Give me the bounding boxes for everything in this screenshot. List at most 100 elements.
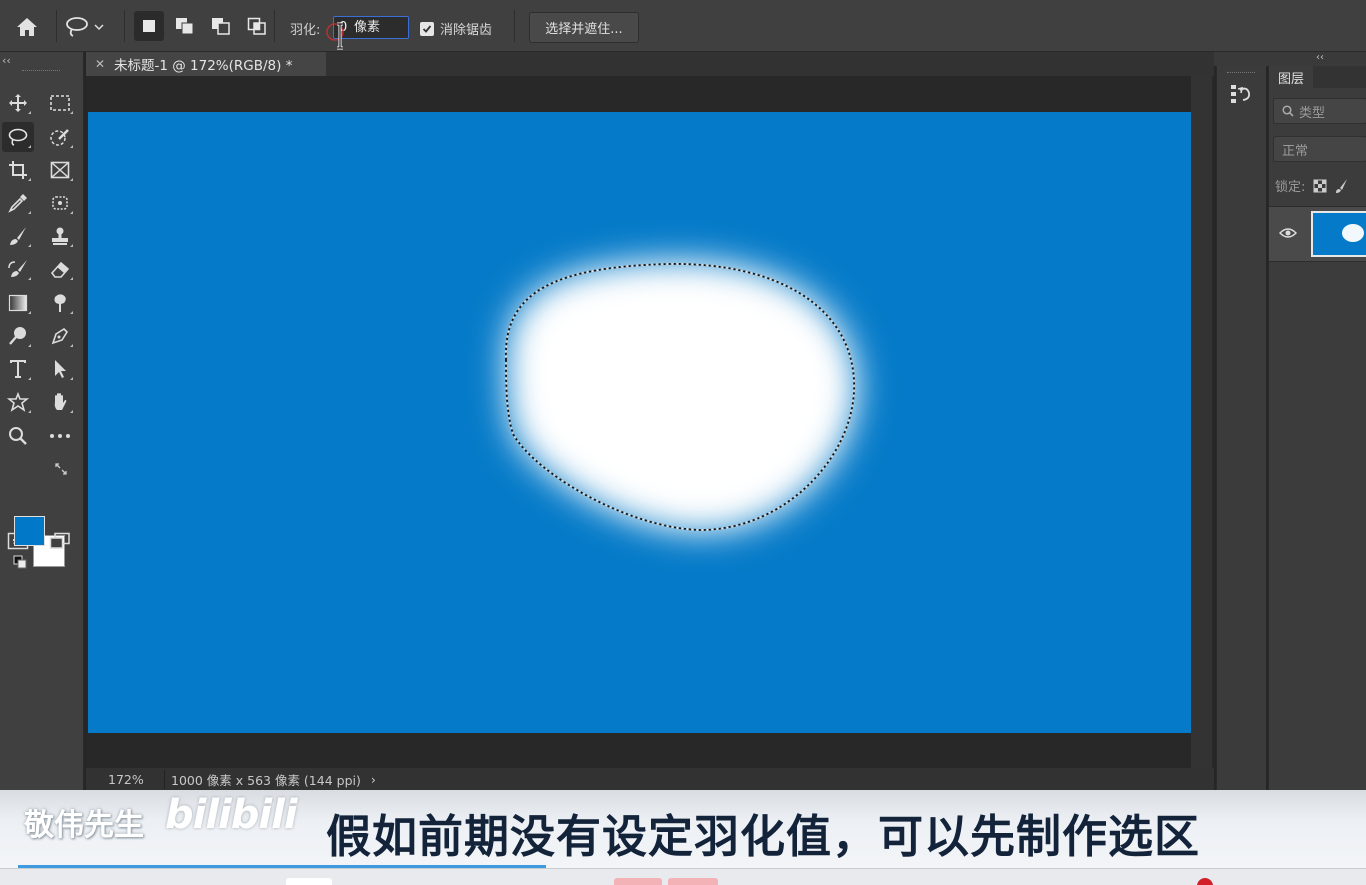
edit-toolbar-button[interactable] xyxy=(44,421,76,451)
spot-healing-tool[interactable] xyxy=(44,188,76,218)
intersect-selection-icon xyxy=(247,17,266,35)
blend-mode-select[interactable]: 正常 xyxy=(1273,136,1366,162)
pen-tool[interactable] xyxy=(44,321,76,351)
swap-colors-icon[interactable] xyxy=(54,462,68,476)
panel-collapse-bar[interactable]: ‹‹ xyxy=(1214,52,1366,66)
smudge-tool[interactable] xyxy=(44,288,76,318)
history-brush-tool[interactable] xyxy=(2,254,34,284)
lasso-icon xyxy=(66,17,88,37)
home-button[interactable] xyxy=(10,10,44,44)
zoom-icon xyxy=(9,427,27,445)
history-brush-icon xyxy=(8,260,27,277)
eraser-icon xyxy=(50,261,70,278)
crop-icon xyxy=(9,161,27,179)
check-icon xyxy=(422,24,432,33)
canvas[interactable] xyxy=(88,112,1191,733)
document-tab-bar: ✕ 未标题-1 @ 172%(RGB/8) * xyxy=(86,52,1214,76)
patch-icon xyxy=(52,196,68,210)
gradient-tool[interactable] xyxy=(2,288,34,318)
layer-filter-field[interactable]: 类型 xyxy=(1273,98,1366,124)
close-icon[interactable]: ✕ xyxy=(86,57,114,71)
zoom-level[interactable]: 172% xyxy=(86,772,164,787)
collapse-panels-icon[interactable]: ‹‹ xyxy=(1316,52,1324,63)
eye-icon[interactable] xyxy=(1279,227,1297,239)
lasso-tool[interactable] xyxy=(2,122,34,152)
type-tool[interactable] xyxy=(2,354,34,384)
lock-transparency-icon[interactable] xyxy=(1313,179,1327,193)
feather-unit: 像素 xyxy=(354,20,381,35)
layer-filter-placeholder: 类型 xyxy=(1299,105,1326,121)
frame-tool[interactable] xyxy=(44,155,76,185)
tab-layers[interactable]: 图层 xyxy=(1269,66,1313,88)
smudge-icon xyxy=(54,294,66,312)
subtitle-text: 假如前期没有设定羽化值，可以先制作选区 xyxy=(326,810,1201,863)
checkbox[interactable] xyxy=(420,21,434,36)
author-watermark: 敬伟先生 xyxy=(24,808,144,843)
new-selection-button[interactable] xyxy=(134,11,164,41)
marquee-tool[interactable] xyxy=(44,88,76,118)
hand-icon xyxy=(54,393,67,410)
divider xyxy=(124,10,125,42)
panel-grip[interactable] xyxy=(22,70,60,72)
lasso-icon xyxy=(8,128,28,146)
antialias-label: 消除锯齿 xyxy=(440,23,493,38)
bilibili-logo: bilibili xyxy=(165,792,298,838)
select-and-mask-button[interactable]: 选择并遮住... xyxy=(529,12,639,43)
document-tab-title: 未标题-1 @ 172%(RGB/8) * xyxy=(114,58,293,74)
lock-pixels-icon[interactable] xyxy=(1335,178,1349,194)
brush-tool[interactable] xyxy=(2,221,34,251)
panel-grip[interactable] xyxy=(1227,72,1255,73)
add-to-selection-icon xyxy=(176,18,194,35)
eraser-tool[interactable] xyxy=(44,254,76,284)
brush-icon xyxy=(10,227,26,245)
selection-mode-group xyxy=(134,11,272,41)
collapse-toolbar-icon[interactable]: ‹‹ xyxy=(2,54,11,67)
path-selection-tool[interactable] xyxy=(44,354,76,384)
more-icon xyxy=(50,434,70,438)
default-colors-icon[interactable] xyxy=(13,555,27,569)
move-tool[interactable] xyxy=(2,88,34,118)
quick-selection-icon xyxy=(50,129,69,146)
pen-icon xyxy=(51,327,69,345)
text-cursor-icon xyxy=(326,22,344,50)
eyedropper-tool[interactable] xyxy=(2,188,34,218)
player-marker xyxy=(1197,878,1213,885)
zoom-tool[interactable] xyxy=(2,421,34,451)
chevron-down-icon xyxy=(94,24,104,31)
new-selection-icon xyxy=(143,20,155,32)
eyedropper-icon xyxy=(8,194,27,213)
divider xyxy=(56,10,57,42)
foreground-color-swatch[interactable] xyxy=(14,516,45,546)
crop-tool[interactable] xyxy=(2,155,34,185)
vertical-scrollbar[interactable] xyxy=(1191,76,1212,768)
player-thumbnail xyxy=(614,878,662,885)
chevron-right-icon[interactable]: › xyxy=(371,772,376,787)
history-icon[interactable] xyxy=(1229,80,1255,108)
antialias-checkbox[interactable]: 消除锯齿 xyxy=(420,19,492,38)
hand-tool[interactable] xyxy=(44,387,76,417)
divider xyxy=(514,10,515,42)
custom-shape-tool[interactable] xyxy=(2,387,34,417)
add-to-selection-button[interactable] xyxy=(170,11,200,41)
type-icon xyxy=(10,360,26,378)
divider xyxy=(274,10,275,42)
intersect-selection-button[interactable] xyxy=(242,11,272,41)
dodge-tool[interactable] xyxy=(2,321,34,351)
panel-tab-bar: 图层 xyxy=(1269,66,1366,88)
subtract-from-selection-button[interactable] xyxy=(206,11,236,41)
layer-thumbnail xyxy=(1311,211,1366,257)
layer-thumbnail-image xyxy=(1342,224,1364,242)
clone-stamp-tool[interactable] xyxy=(44,221,76,251)
layer-row[interactable] xyxy=(1269,206,1366,262)
canvas-artwork xyxy=(505,263,855,531)
gradient-icon xyxy=(8,294,28,312)
tool-preset-picker[interactable] xyxy=(64,12,114,42)
move-icon xyxy=(9,94,27,112)
history-panel-strip xyxy=(1216,66,1266,790)
document-tab[interactable]: ✕ 未标题-1 @ 172%(RGB/8) * xyxy=(86,52,326,76)
quick-selection-tool[interactable] xyxy=(44,122,76,152)
player-thumbnail xyxy=(286,878,332,885)
search-icon xyxy=(1282,105,1294,117)
screen-mode-button[interactable] xyxy=(44,526,76,556)
lock-label: 锁定: xyxy=(1275,180,1306,195)
